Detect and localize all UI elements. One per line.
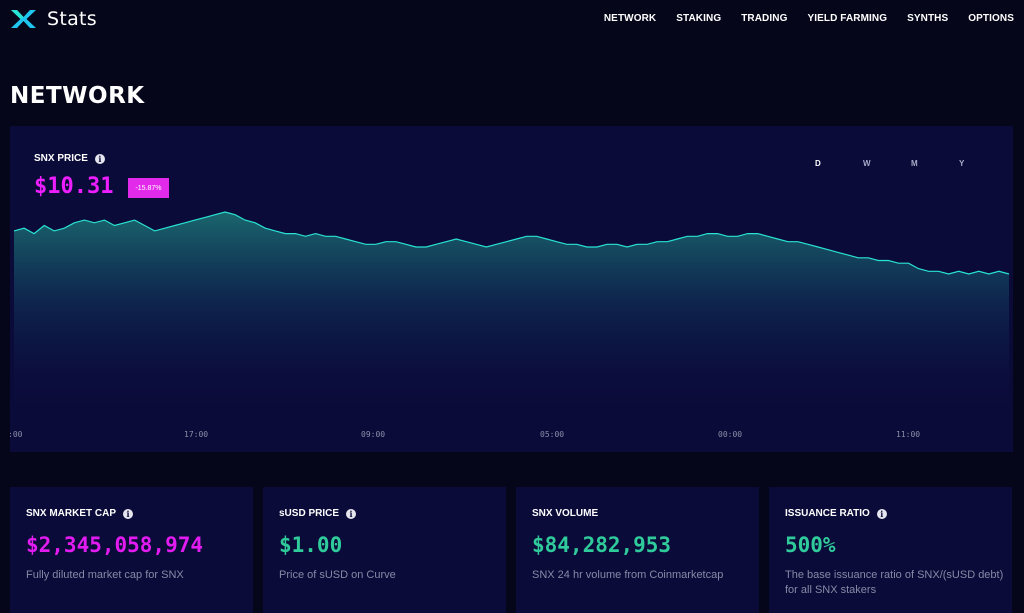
card-title-text: SNX VOLUME xyxy=(532,508,599,519)
price-change-badge: -15.87% xyxy=(128,178,169,198)
x-axis-ticks: :00 17:00 09:00 05:00 00:00 11:00 xyxy=(10,430,920,439)
card-title: SNX VOLUME xyxy=(532,508,598,519)
card-value: $84,282,953 xyxy=(532,533,672,557)
synthetix-x-icon xyxy=(11,10,36,28)
x-tick-label: :00 xyxy=(10,430,23,439)
x-tick-label: 05:00 xyxy=(540,430,564,439)
card-title: sUSD PRICE i xyxy=(279,508,357,519)
card-description: Price of sUSD on Curve xyxy=(279,569,396,581)
info-icon[interactable]: i xyxy=(94,153,105,164)
period-m-button[interactable]: M xyxy=(911,159,959,168)
card-title: SNX MARKET CAP i xyxy=(26,508,134,519)
synthetix-logo[interactable]: Stats xyxy=(10,8,97,30)
card-title-text: SNX MARKET CAP xyxy=(26,508,117,519)
nav-trading[interactable]: TRADING xyxy=(741,13,787,24)
card-snx-market-cap: SNX MARKET CAP i $2,345,058,974 Fully di… xyxy=(10,487,253,613)
period-selector: D W M Y xyxy=(815,159,1007,168)
chart-label-text: SNX PRICE xyxy=(34,153,88,164)
nav-synths[interactable]: SYNTHS xyxy=(907,13,948,24)
nav-yield-farming[interactable]: YIELD FARMING xyxy=(807,13,887,24)
top-bar: Stats NETWORK STAKING TRADING YIELD FARM… xyxy=(0,0,1024,40)
card-value: $2,345,058,974 xyxy=(26,533,204,557)
card-susd-price: sUSD PRICE i $1.00 Price of sUSD on Curv… xyxy=(263,487,506,613)
period-y-button[interactable]: Y xyxy=(959,159,1007,168)
page-title: NETWORK xyxy=(10,83,145,109)
info-icon[interactable]: i xyxy=(123,508,134,519)
card-title-text: ISSUANCE RATIO xyxy=(785,508,870,519)
snx-price-chart-panel: :00 17:00 09:00 05:00 00:00 11:00 SNX PRICE i… xyxy=(10,126,1013,452)
period-d-button[interactable]: D xyxy=(815,159,863,168)
snx-price-value: $10.31 xyxy=(34,174,114,199)
info-icon[interactable]: i xyxy=(346,508,357,519)
card-snx-volume: SNX VOLUME $84,282,953 SNX 24 hr volume … xyxy=(516,487,759,613)
card-description: SNX 24 hr volume from Coinmarketcap xyxy=(532,569,724,581)
card-value: 500% xyxy=(785,533,836,557)
price-area xyxy=(14,212,1009,416)
x-tick-label: 00:00 xyxy=(718,430,742,439)
card-title: ISSUANCE RATIO i xyxy=(785,508,887,519)
main-nav: NETWORK STAKING TRADING YIELD FARMING SY… xyxy=(584,13,1014,24)
price-chart[interactable]: :00 17:00 09:00 05:00 00:00 11:00 xyxy=(10,126,1013,452)
chart-label: SNX PRICE i xyxy=(34,153,105,164)
logo-text: Stats xyxy=(47,8,98,30)
nav-staking[interactable]: STAKING xyxy=(676,13,721,24)
card-title-text: sUSD PRICE xyxy=(279,508,340,519)
card-description: Fully diluted market cap for SNX xyxy=(26,569,184,581)
card-issuance-ratio: ISSUANCE RATIO i 500% The base issuance … xyxy=(769,487,1012,613)
x-tick-label: 17:00 xyxy=(184,430,208,439)
nav-network[interactable]: NETWORK xyxy=(604,13,656,24)
card-value: $1.00 xyxy=(279,533,343,557)
card-description: The base issuance ratio of SNX/(sUSD deb… xyxy=(785,569,1004,596)
x-tick-label: 09:00 xyxy=(361,430,385,439)
nav-options[interactable]: OPTIONS xyxy=(968,13,1014,24)
x-tick-label: 11:00 xyxy=(896,430,920,439)
period-w-button[interactable]: W xyxy=(863,159,911,168)
info-icon[interactable]: i xyxy=(876,508,887,519)
